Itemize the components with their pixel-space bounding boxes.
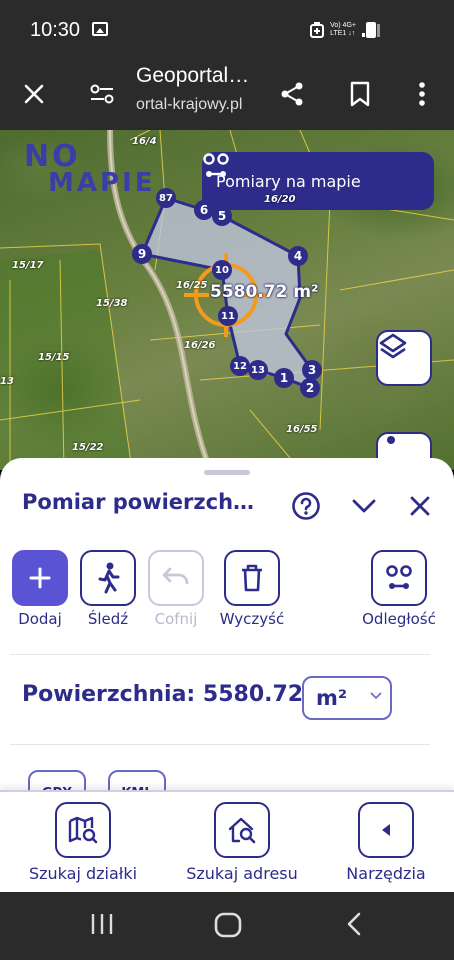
area-map-label: 5580.72 m² bbox=[210, 282, 319, 302]
divider bbox=[10, 654, 430, 655]
export-gpx-button[interactable]: GPX bbox=[28, 770, 86, 792]
bottom-navigation: Szukaj działki Szukaj adresu Narzędzia bbox=[0, 790, 454, 892]
track-button[interactable]: Śledź bbox=[70, 550, 146, 628]
close-panel-icon[interactable] bbox=[400, 486, 440, 526]
accessibility-icon bbox=[387, 436, 395, 444]
undo-label: Cofnij bbox=[154, 610, 198, 628]
page-url[interactable]: ortal-krajowy.pl bbox=[136, 96, 242, 114]
home-icon[interactable] bbox=[214, 912, 242, 942]
unit-value: m² bbox=[316, 686, 348, 710]
parcel-label: 16/25 bbox=[176, 280, 208, 291]
chevron-down-icon bbox=[370, 692, 382, 700]
clear-label: Wyczyść bbox=[219, 610, 285, 628]
vertex-marker[interactable]: 2 bbox=[300, 378, 320, 398]
back-icon[interactable] bbox=[346, 912, 362, 940]
layers-button[interactable] bbox=[376, 330, 432, 386]
parcel-label: 16/4 bbox=[132, 136, 157, 147]
vertex-marker[interactable]: 3 bbox=[302, 360, 322, 380]
search-parcel-button[interactable]: Szukaj działki bbox=[20, 802, 146, 883]
area-value: 5580.72 bbox=[202, 682, 304, 707]
close-icon[interactable] bbox=[12, 72, 56, 116]
clear-button[interactable]: Wyczyść bbox=[214, 550, 290, 628]
vertex-marker[interactable]: 11 bbox=[218, 306, 238, 326]
plus-icon bbox=[12, 550, 68, 606]
nomapie-logo: NO MAPIE bbox=[24, 139, 156, 198]
status-time: 10:30 bbox=[30, 19, 81, 41]
app-bar: Geoportal… ortal-krajowy.pl bbox=[0, 60, 454, 130]
status-bar: 10:30 Vo) 4G+ LTE1 ↓↑ bbox=[0, 0, 454, 60]
collapse-chevron-icon[interactable] bbox=[344, 486, 384, 526]
page-title: Geoportal… bbox=[136, 64, 250, 87]
tools-button[interactable]: Narzędzia bbox=[340, 802, 432, 883]
undo-icon bbox=[148, 550, 204, 606]
search-parcel-label: Szukaj działki bbox=[28, 864, 138, 883]
distance-button[interactable]: Odległość bbox=[352, 550, 446, 628]
data-saver-icon bbox=[310, 22, 325, 38]
measurement-panel: Pomiar powierzch… Dodaj Śledź Cofnij Wyc… bbox=[0, 458, 454, 792]
vertex-marker[interactable]: 12 bbox=[230, 356, 250, 376]
search-address-button[interactable]: Szukaj adresu bbox=[178, 802, 306, 883]
network-top-text: Vo) 4G+ bbox=[330, 22, 356, 29]
help-icon[interactable] bbox=[286, 486, 326, 526]
parcel-label: 15/15 bbox=[38, 352, 70, 363]
battery-icon bbox=[366, 22, 376, 38]
parcel-label: 15/38 bbox=[96, 298, 128, 309]
vertex-marker[interactable]: 9 bbox=[132, 244, 152, 264]
parcel-label: 15/22 bbox=[72, 442, 104, 453]
more-menu-icon[interactable] bbox=[400, 72, 444, 116]
walking-icon bbox=[80, 550, 136, 606]
unit-select[interactable]: m² bbox=[302, 676, 392, 720]
distance-icon bbox=[371, 550, 427, 606]
area-result: Powierzchnia: 5580.72 bbox=[22, 682, 303, 707]
home-search-icon bbox=[214, 802, 270, 858]
map-search-icon bbox=[55, 802, 111, 858]
divider bbox=[10, 744, 430, 745]
vertex-marker[interactable]: 13 bbox=[248, 360, 268, 380]
gallery-icon bbox=[92, 22, 108, 36]
trash-icon bbox=[224, 550, 280, 606]
parcel-label: 15/17 bbox=[12, 260, 44, 271]
site-settings-icon[interactable] bbox=[80, 72, 124, 116]
parcel-label: 16/55 bbox=[286, 424, 318, 435]
vertex-marker[interactable]: 10 bbox=[212, 260, 232, 280]
drag-handle[interactable] bbox=[204, 470, 250, 475]
bookmark-icon[interactable] bbox=[338, 72, 382, 116]
share-icon[interactable] bbox=[270, 72, 314, 116]
measurements-label: Pomiary na mapie bbox=[216, 171, 361, 191]
area-label: Powierzchnia: bbox=[22, 682, 196, 707]
undo-button[interactable]: Cofnij bbox=[138, 550, 214, 628]
network-type: Vo) 4G+ LTE1 ↓↑ bbox=[330, 22, 356, 38]
add-point-button[interactable]: Dodaj bbox=[2, 550, 78, 628]
vertex-marker[interactable]: 6 bbox=[194, 200, 214, 220]
network-bottom-text: LTE1 ↓↑ bbox=[330, 30, 356, 37]
recents-icon[interactable] bbox=[90, 912, 114, 940]
track-label: Śledź bbox=[87, 610, 129, 628]
export-kml-button[interactable]: KML bbox=[108, 770, 166, 792]
parcel-label: 16/20 bbox=[264, 194, 296, 205]
vertex-marker[interactable]: 87 bbox=[156, 188, 176, 208]
system-navigation bbox=[0, 892, 454, 960]
measurements-button[interactable]: Pomiary na mapie bbox=[202, 152, 434, 210]
vertex-marker[interactable]: 4 bbox=[288, 246, 308, 266]
layers-icon bbox=[379, 333, 407, 359]
parcel-label: 16/26 bbox=[184, 340, 216, 351]
distance-label: Odległość bbox=[362, 610, 436, 628]
vertex-marker[interactable]: 5 bbox=[212, 206, 232, 226]
parcel-label: 13 bbox=[0, 376, 14, 387]
panel-title: Pomiar powierzch… bbox=[22, 490, 255, 514]
add-label: Dodaj bbox=[18, 610, 62, 628]
map-view[interactable]: NO MAPIE Pomiary na mapie 16/4 16/20 15/… bbox=[0, 130, 454, 470]
search-address-label: Szukaj adresu bbox=[186, 864, 298, 883]
vertex-marker[interactable]: 1 bbox=[274, 368, 294, 388]
tools-label: Narzędzia bbox=[346, 864, 426, 883]
route-icon bbox=[203, 153, 229, 177]
caret-left-icon bbox=[358, 802, 414, 858]
